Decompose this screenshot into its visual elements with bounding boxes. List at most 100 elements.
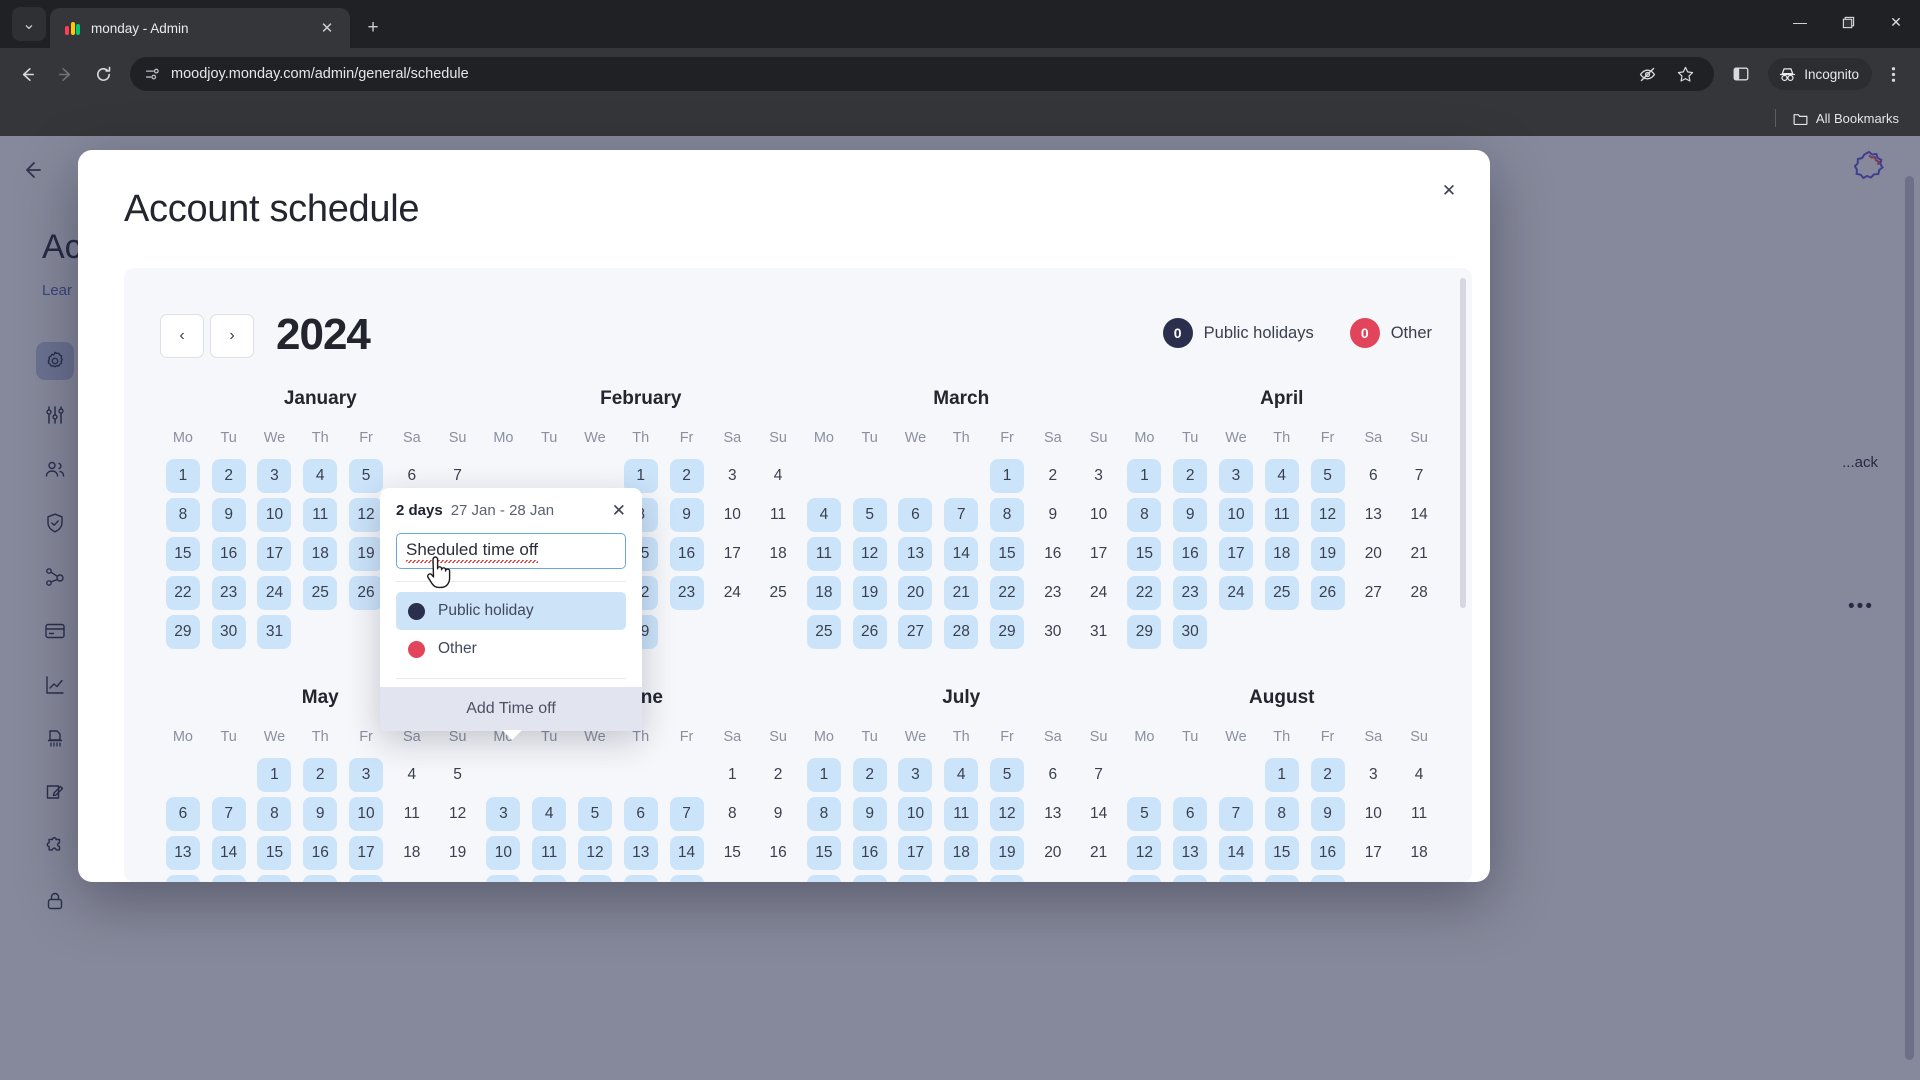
day-working[interactable]: 15 <box>1127 536 1162 571</box>
day-cell[interactable]: 5 <box>343 456 389 495</box>
day-cell[interactable]: 5 <box>984 755 1030 794</box>
day-weekend[interactable]: 27 <box>1036 875 1070 883</box>
day-cell[interactable]: 3 <box>709 456 755 495</box>
day-weekend[interactable]: 16 <box>761 836 795 870</box>
day-working[interactable]: 1 <box>1127 458 1162 493</box>
day-cell[interactable]: 5 <box>1122 794 1168 833</box>
day-cell[interactable]: 16 <box>664 534 710 573</box>
day-cell[interactable]: 17 <box>1076 534 1122 573</box>
day-cell[interactable]: 14 <box>206 833 252 872</box>
day-weekend[interactable]: 18 <box>1402 836 1436 870</box>
next-year-button[interactable]: › <box>210 314 254 358</box>
day-cell[interactable]: 25 <box>801 612 847 651</box>
day-working[interactable]: 17 <box>1218 536 1253 571</box>
minimize-button[interactable]: — <box>1776 0 1824 44</box>
day-working[interactable]: 8 <box>806 796 841 831</box>
reload-button[interactable] <box>86 57 120 91</box>
day-working[interactable]: 25 <box>806 614 841 649</box>
popup-close-icon[interactable]: ✕ <box>612 502 626 519</box>
day-weekend[interactable]: 25 <box>1402 875 1436 883</box>
day-cell[interactable]: 3 <box>1213 456 1259 495</box>
day-cell[interactable]: 10 <box>481 833 527 872</box>
day-cell[interactable]: 30 <box>1030 612 1076 651</box>
day-cell[interactable]: 19 <box>572 872 618 882</box>
day-weekend[interactable]: 3 <box>1356 758 1390 792</box>
day-cell[interactable]: 10 <box>1350 794 1396 833</box>
day-cell[interactable]: 8 <box>1122 495 1168 534</box>
day-cell[interactable]: 15 <box>160 534 206 573</box>
day-working[interactable]: 5 <box>577 796 612 831</box>
day-cell[interactable]: 16 <box>206 534 252 573</box>
day-cell[interactable]: 26 <box>847 612 893 651</box>
day-working[interactable]: 24 <box>898 874 933 882</box>
day-weekend[interactable]: 7 <box>1082 758 1116 792</box>
day-cell[interactable]: 14 <box>1076 794 1122 833</box>
day-cell[interactable]: 17 <box>343 833 389 872</box>
day-working[interactable]: 4 <box>944 757 979 792</box>
day-working[interactable]: 5 <box>349 458 384 493</box>
day-cell[interactable]: 21 <box>1213 872 1259 882</box>
day-cell[interactable]: 19 <box>984 833 1030 872</box>
day-working[interactable]: 19 <box>1127 874 1162 882</box>
day-working[interactable]: 2 <box>1173 458 1208 493</box>
day-cell[interactable]: 30 <box>206 612 252 651</box>
day-working[interactable]: 1 <box>257 757 292 792</box>
address-bar[interactable]: moodjoy.monday.com/admin/general/schedul… <box>130 57 1715 91</box>
day-weekend[interactable]: 15 <box>715 836 749 870</box>
day-cell[interactable]: 24 <box>709 573 755 612</box>
day-weekend[interactable]: 13 <box>1356 498 1390 532</box>
day-working[interactable]: 5 <box>1310 458 1345 493</box>
day-weekend[interactable]: 16 <box>1036 537 1070 571</box>
day-cell[interactable]: 8 <box>709 794 755 833</box>
day-weekend[interactable]: 4 <box>761 459 795 493</box>
day-working[interactable]: 12 <box>1127 835 1162 870</box>
day-working[interactable]: 11 <box>303 497 338 532</box>
day-working[interactable]: 16 <box>1173 536 1208 571</box>
day-cell[interactable]: 23 <box>1305 872 1351 882</box>
day-working[interactable]: 22 <box>257 874 292 882</box>
day-working[interactable]: 2 <box>1310 757 1345 792</box>
day-cell[interactable]: 24 <box>1213 573 1259 612</box>
day-working[interactable]: 18 <box>532 874 567 882</box>
day-working[interactable]: 22 <box>1264 874 1299 882</box>
day-cell[interactable]: 16 <box>1167 534 1213 573</box>
day-cell[interactable]: 3 <box>893 755 939 794</box>
day-cell[interactable]: 11 <box>1259 495 1305 534</box>
day-weekend[interactable]: 14 <box>1402 498 1436 532</box>
day-cell[interactable]: 4 <box>526 794 572 833</box>
day-weekend[interactable]: 9 <box>1036 498 1070 532</box>
day-working[interactable]: 21 <box>211 874 246 882</box>
day-cell[interactable]: 2 <box>1167 456 1213 495</box>
day-working[interactable]: 9 <box>1173 497 1208 532</box>
day-working[interactable]: 15 <box>806 835 841 870</box>
day-cell[interactable]: 30 <box>1167 612 1213 651</box>
tab-close-icon[interactable]: ✕ <box>314 15 340 41</box>
day-working[interactable]: 10 <box>486 835 521 870</box>
day-cell[interactable]: 13 <box>160 833 206 872</box>
day-working[interactable]: 9 <box>669 497 704 532</box>
day-cell[interactable]: 9 <box>206 495 252 534</box>
day-cell[interactable]: 26 <box>984 872 1030 882</box>
day-working[interactable]: 3 <box>257 458 292 493</box>
day-cell[interactable]: 9 <box>664 495 710 534</box>
day-cell[interactable]: 2 <box>1030 456 1076 495</box>
day-cell[interactable]: 26 <box>435 872 481 882</box>
day-working[interactable]: 6 <box>623 796 658 831</box>
day-cell[interactable]: 12 <box>435 794 481 833</box>
day-weekend[interactable]: 11 <box>761 498 795 532</box>
day-cell[interactable]: 16 <box>1030 534 1076 573</box>
day-cell[interactable]: 4 <box>801 495 847 534</box>
day-cell[interactable]: 23 <box>847 872 893 882</box>
day-weekend[interactable]: 28 <box>1402 576 1436 610</box>
day-cell[interactable]: 9 <box>297 794 343 833</box>
popup-option-public-holiday[interactable]: Public holiday <box>396 592 626 630</box>
day-cell[interactable]: 21 <box>664 872 710 882</box>
day-cell[interactable]: 4 <box>755 456 801 495</box>
day-cell[interactable]: 2 <box>847 755 893 794</box>
day-cell[interactable]: 15 <box>984 534 1030 573</box>
back-button[interactable] <box>10 57 44 91</box>
day-working[interactable]: 3 <box>349 757 384 792</box>
day-cell[interactable]: 5 <box>572 794 618 833</box>
day-cell[interactable]: 12 <box>847 534 893 573</box>
day-cell[interactable]: 28 <box>938 612 984 651</box>
